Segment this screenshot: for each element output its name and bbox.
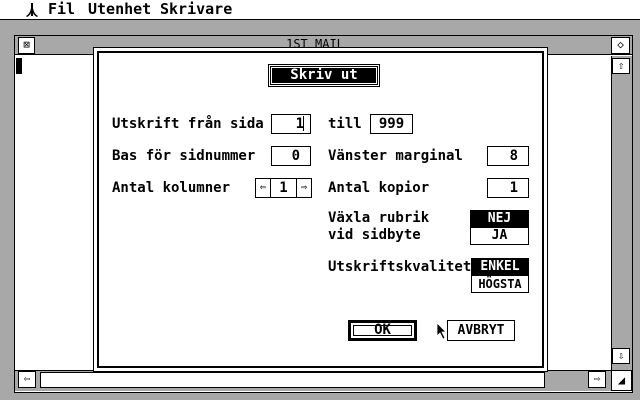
full-box-icon[interactable]: ◇ — [611, 37, 630, 54]
quality-option-enkel[interactable]: ENKEL — [471, 258, 529, 276]
resize-box-icon[interactable]: ◢ — [611, 370, 632, 391]
scroll-up-arrow-icon[interactable]: ⇧ — [612, 58, 630, 74]
scroll-right-arrow-icon[interactable]: ⇨ — [588, 371, 606, 388]
columns-value: 1 — [279, 180, 288, 196]
text-cursor — [16, 58, 22, 74]
input-caret — [303, 116, 304, 131]
copies-field[interactable]: 1 — [487, 178, 529, 198]
left-margin-field[interactable]: 8 — [487, 146, 529, 166]
cancel-button[interactable]: AVBRYT — [447, 320, 515, 341]
header-toggle-label-line2: vid sidbyte — [328, 227, 421, 243]
columns-label: Antal kolumner — [112, 180, 231, 196]
close-box-icon[interactable]: ⊠ — [18, 37, 35, 54]
copies-label: Antal kopior — [328, 180, 430, 196]
menu-utenhet[interactable]: Utenhet — [88, 0, 151, 19]
from-page-field[interactable]: 1 — [271, 114, 311, 134]
atari-logo-icon[interactable] — [24, 0, 40, 19]
menu-fil[interactable]: Fil — [48, 0, 75, 19]
menu-skrivare[interactable]: Skrivare — [160, 0, 232, 19]
quality-option-hogsta[interactable]: HÖGSTA — [471, 275, 529, 293]
to-page-label: till — [328, 116, 362, 132]
header-option-ja[interactable]: JA — [470, 227, 529, 245]
ok-button[interactable]: OK — [348, 320, 417, 341]
scroll-down-arrow-icon[interactable]: ⇩ — [612, 348, 630, 364]
columns-stepper: ⇦ 1 ⇨ — [255, 178, 312, 198]
vertical-scrollbar[interactable] — [611, 56, 632, 370]
stepper-right-arrow-icon[interactable]: ⇨ — [296, 179, 311, 197]
to-page-field[interactable]: 999 — [370, 114, 413, 134]
from-page-label: Utskrift från sida — [112, 116, 264, 132]
stepper-left-arrow-icon[interactable]: ⇦ — [256, 179, 271, 197]
horizontal-scroll-thumb[interactable] — [40, 372, 545, 388]
quality-label: Utskriftskvalitet — [328, 259, 472, 275]
scroll-left-arrow-icon[interactable]: ⇦ — [18, 371, 36, 388]
mouse-pointer-icon — [436, 322, 448, 340]
page-base-field[interactable]: 0 — [271, 146, 311, 166]
header-option-nej[interactable]: NEJ — [470, 210, 529, 228]
page-base-label: Bas för sidnummer — [112, 148, 256, 164]
left-margin-label: Vänster marginal — [328, 148, 463, 164]
dialog-title: Skriv ut — [268, 64, 380, 87]
